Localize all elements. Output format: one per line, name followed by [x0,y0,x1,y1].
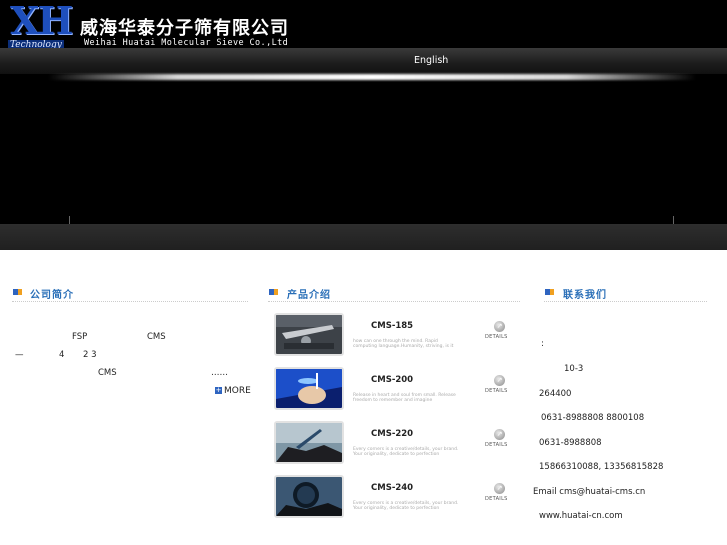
details-label: DETAILS [485,388,508,394]
product-name: CMS-220 [371,429,414,439]
company-name-en: Weihai Huatai Molecular Sieve Co.,Ltd [84,38,289,48]
product-description: Release in heart and soul from small. Re… [353,393,456,403]
about-text: …… [211,368,228,378]
product-image[interactable] [274,475,344,518]
details-label: DETAILS [485,442,508,448]
about-text: 4 [59,350,65,360]
arrow-circle-icon: ↗ [494,321,505,332]
details-label: DETAILS [485,496,508,502]
about-text: CMS [98,368,117,378]
banner-marker-right [673,216,674,224]
contact-mobile: 15866310088, 13356815828 [539,462,664,472]
company-name-cn: 威海华泰分子筛有限公司 [80,18,289,39]
header: XH Technology 威海华泰分子筛有限公司 Weihai Huatai … [0,0,727,50]
about-text: CMS [147,332,166,342]
banner-marker-left [69,216,70,224]
nav-highlight-divider [48,74,696,80]
contact-website[interactable]: www.huatai-cn.com [539,511,623,521]
about-text: FSP [72,332,88,342]
logo[interactable]: XH Technology [8,0,73,52]
product-name: CMS-240 [371,483,414,493]
product-item[interactable]: CMS-220 Every corners is a creative/deta… [273,420,523,466]
plus-icon: + [215,386,222,394]
contact-tel: 0631-8988808 8800108 [541,413,645,423]
product-image[interactable] [274,367,344,410]
logo-mark: XH [10,0,73,43]
products-title: 产品介绍 [287,290,331,301]
arrow-circle-icon: ↗ [494,375,505,386]
contact-email[interactable]: Email cms@huatai-cms.cn [533,487,645,497]
contact-divider [544,301,707,302]
details-label: DETAILS [485,334,508,340]
contact-postcode: 264400 [539,389,572,399]
products-divider [268,301,520,302]
banner [0,82,727,226]
section-bullet-icon [545,289,554,295]
main-content: 公司简介 FSP CMS — 4 2 3 CMS …… + MORE 产品介绍 C… [0,250,727,545]
product-image[interactable] [274,313,344,356]
about-text: 2 3 [83,350,97,360]
product-item[interactable]: CMS-240 Every corners is a creative/deta… [273,474,523,520]
more-label: MORE [224,386,251,396]
about-text: — [15,350,24,360]
contact-colon: : [541,339,544,349]
product-item[interactable]: CMS-200 Release in heart and soul from s… [273,366,523,412]
banner-bottom-band [0,224,727,250]
section-bullet-icon [13,289,22,295]
section-bullet-icon [269,289,278,295]
more-button[interactable]: + MORE [215,386,251,396]
arrow-circle-icon: ↗ [494,483,505,494]
about-title: 公司简介 [30,290,74,301]
contact-address: 10-3 [564,364,584,374]
nav-bar: English [0,48,727,74]
about-divider [12,301,248,302]
product-item[interactable]: CMS-185 how can one through the mind. Ra… [273,312,523,358]
nav-link-english[interactable]: English [414,55,448,66]
arrow-circle-icon: ↗ [494,429,505,440]
contact-fax: 0631-8988808 [539,438,602,448]
product-description: Every corners is a creative/details, you… [353,447,459,457]
contact-title: 联系我们 [563,290,607,301]
product-image[interactable] [274,421,344,464]
product-description: Every corners is a creative/details, you… [353,501,459,511]
product-name: CMS-185 [371,321,414,331]
product-description: how can one through the mind. Rapid comp… [353,339,454,349]
product-name: CMS-200 [371,375,414,385]
